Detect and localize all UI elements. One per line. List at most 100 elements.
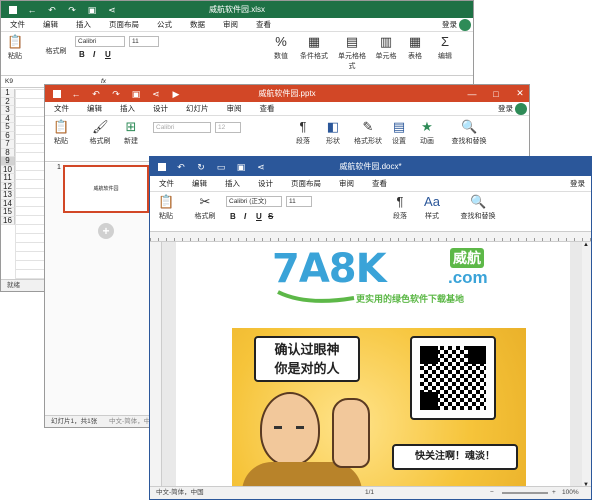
word-app-icon [158, 162, 166, 171]
excel-cell-button[interactable]: ▥ 单元格 [373, 35, 399, 61]
excel-format-painter-button[interactable]: 格式刷 [43, 46, 69, 56]
search-icon: 🔍 [470, 194, 487, 209]
word-menu-edit[interactable]: 编辑 [183, 178, 216, 189]
excel-menu-review[interactable]: 审阅 [214, 19, 247, 30]
print-icon[interactable]: ▣ [236, 162, 246, 172]
style-label: 样式 [425, 213, 439, 220]
document-page[interactable]: 7A8K 威航 .com 更实用的绿色软件下载基地 确认过眼神 你是对的人 快关… [176, 242, 570, 499]
word-menu-layout[interactable]: 页面布局 [282, 178, 330, 189]
undo-icon[interactable]: ↶ [91, 89, 101, 99]
excel-italic-button[interactable]: I [93, 50, 95, 59]
word-paragraph-button[interactable]: ¶ 段落 [390, 195, 410, 221]
ppt-shape-button[interactable]: ◧ 形状 [323, 120, 343, 146]
ppt-new-slide-button[interactable]: ⊞ 新建 [121, 120, 141, 146]
excel-menu-edit[interactable]: 编辑 [34, 19, 67, 30]
ppt-menu-slides[interactable]: 幻灯片 [177, 103, 218, 114]
word-underline-button[interactable]: U [256, 212, 262, 221]
ppt-menu-design[interactable]: 设计 [144, 103, 177, 114]
excel-login[interactable]: 登录 [442, 19, 457, 30]
close-icon[interactable]: ✕ [515, 88, 525, 99]
ppt-font-select[interactable]: Calibri [153, 122, 211, 133]
ppt-size-select[interactable]: 12 [215, 122, 241, 133]
avatar[interactable] [515, 103, 527, 115]
vertical-scrollbar[interactable]: ▲ ▼ [582, 242, 591, 488]
word-paste-button[interactable]: 📋 粘贴 [156, 195, 176, 221]
word-menu-design[interactable]: 设计 [249, 178, 282, 189]
back-icon[interactable]: ← [71, 89, 81, 99]
zoom-in-icon[interactable]: + [552, 487, 556, 498]
zoom-slider[interactable] [502, 492, 548, 494]
ppt-menu-view[interactable]: 查看 [251, 103, 284, 114]
word-bold-button[interactable]: B [230, 212, 236, 221]
ppt-format-painter-button[interactable]: 🖌 格式刷 [87, 120, 113, 146]
ppt-menu-insert[interactable]: 插入 [111, 103, 144, 114]
undo-icon[interactable]: ↶ [47, 5, 57, 15]
excel-menu-layout[interactable]: 页面布局 [100, 19, 148, 30]
word-font-select[interactable]: Calibri (正文) [226, 196, 282, 207]
ppt-find-replace-button[interactable]: 🔍 查找和替换 [447, 120, 491, 146]
word-menu-view[interactable]: 查看 [363, 178, 396, 189]
print-icon[interactable]: ▣ [87, 5, 97, 15]
word-find-replace-button[interactable]: 🔍 查找和替换 [456, 195, 500, 221]
ppt-paragraph-button[interactable]: ¶ 段落 [293, 120, 313, 146]
word-size-select[interactable]: 11 [286, 196, 312, 207]
excel-size-select[interactable]: 11 [129, 36, 159, 47]
ppt-menu-file[interactable]: 文件 [45, 103, 78, 114]
present-icon[interactable]: ▶ [171, 89, 181, 99]
excel-number-button[interactable]: % 数值 [271, 35, 291, 61]
word-style-button[interactable]: Aa 样式 [422, 195, 442, 221]
excel-cond-format-button[interactable]: ▦ 条件格式 [297, 35, 331, 61]
ppt-menu-edit[interactable]: 编辑 [78, 103, 111, 114]
excel-font-select[interactable]: Calibri [75, 36, 125, 47]
ppt-animation-button[interactable]: ★ 动画 [417, 120, 437, 146]
redo-icon[interactable]: ↻ [196, 162, 206, 172]
word-menu-review[interactable]: 审阅 [330, 178, 363, 189]
share-icon[interactable]: ⋖ [151, 89, 161, 99]
swoosh-icon [277, 290, 355, 303]
cell-reference[interactable]: K9 [5, 76, 13, 87]
excel-edit-button[interactable]: Σ 编辑 [435, 35, 455, 61]
scissors-icon: ✂ [199, 194, 211, 209]
word-login[interactable]: 登录 [570, 178, 585, 189]
clipboard-icon: 📋 [53, 119, 70, 134]
document-area[interactable]: 7A8K 威航 .com 更实用的绿色软件下载基地 确认过眼神 你是对的人 快关… [162, 242, 591, 499]
excel-menu-file[interactable]: 文件 [1, 19, 34, 30]
excel-menu-view[interactable]: 查看 [247, 19, 280, 30]
word-italic-button[interactable]: I [244, 212, 246, 221]
excel-paste-button[interactable]: 📋 粘贴 [5, 35, 25, 61]
qr-pattern [420, 346, 486, 410]
excel-menu-data[interactable]: 数据 [181, 19, 214, 30]
excel-bold-button[interactable]: B [79, 50, 85, 59]
word-strike-button[interactable]: S [268, 212, 273, 221]
back-icon[interactable]: ← [27, 5, 37, 15]
ppt-menu-review[interactable]: 审阅 [218, 103, 251, 114]
ppt-shape-format-button[interactable]: ✎ 格式形状 [351, 120, 385, 146]
ppt-login[interactable]: 登录 [498, 103, 513, 114]
excel-menu-insert[interactable]: 插入 [67, 19, 100, 30]
share-icon[interactable]: ⋖ [107, 5, 117, 15]
word-menu-insert[interactable]: 插入 [216, 178, 249, 189]
edit-label: 编辑 [438, 53, 452, 60]
redo-icon[interactable]: ↷ [111, 89, 121, 99]
excel-sheet-button[interactable]: ▦ 表格 [405, 35, 425, 61]
word-menu-file[interactable]: 文件 [150, 178, 183, 189]
ppt-paste-button[interactable]: 📋 粘贴 [51, 120, 71, 146]
slide-thumbnail[interactable]: 威航软件园 [63, 165, 149, 213]
add-slide-button[interactable]: + [98, 223, 114, 239]
scroll-up-icon[interactable]: ▲ [583, 242, 589, 248]
avatar[interactable] [459, 19, 471, 31]
ppt-arrange-button[interactable]: ▤ 设置 [389, 120, 409, 146]
minimize-icon[interactable]: — [467, 89, 477, 99]
save-icon[interactable]: ▭ [216, 162, 226, 172]
maximize-icon[interactable]: □ [491, 89, 501, 99]
print-icon[interactable]: ▣ [131, 89, 141, 99]
excel-menu-formula[interactable]: 公式 [148, 19, 181, 30]
zoom-out-icon[interactable]: − [490, 487, 494, 498]
undo-icon[interactable]: ↶ [176, 162, 186, 172]
row-header[interactable]: 16 [1, 216, 15, 225]
excel-underline-button[interactable]: U [105, 50, 111, 59]
redo-icon[interactable]: ↷ [67, 5, 77, 15]
share-icon[interactable]: ⋖ [256, 162, 266, 172]
excel-cell-format-button[interactable]: ▤ 单元格格式 [335, 35, 369, 71]
word-format-painter-button[interactable]: ✂ 格式刷 [192, 195, 218, 221]
